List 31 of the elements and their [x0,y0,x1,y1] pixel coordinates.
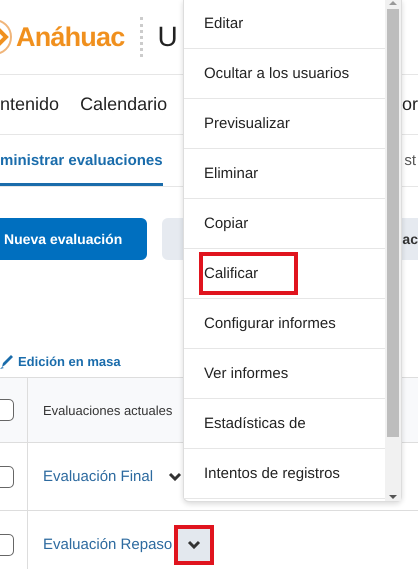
menu-item[interactable]: Configurar informes [184,299,385,349]
nav-link[interactable]: ntenido [0,94,60,115]
menu-item[interactable]: Intentos de registros [184,449,385,499]
scrollbar[interactable] [385,0,401,501]
menu-item[interactable]: Editar [184,0,385,49]
menu-item[interactable]: Ocultar a los usuarios [184,49,385,99]
row-checkbox[interactable] [0,466,14,488]
bulk-edit-link[interactable]: Edición en masa [18,354,121,368]
pencil-icon [0,353,13,369]
evaluation-link[interactable]: Evaluación Repaso [43,536,172,553]
select-all-checkbox[interactable] [0,399,14,421]
dropdown-button[interactable] [178,528,210,560]
row-checkbox[interactable] [0,534,14,556]
new-evaluation-button[interactable]: Nueva evaluación [0,218,147,260]
menu-item[interactable]: Previsualizar [184,99,385,149]
course-title: U [157,21,178,53]
emblem-icon [0,17,14,57]
chevron-down-icon [187,540,202,550]
menu-item[interactable]: Eliminar [184,149,385,199]
evaluation-link[interactable]: Evaluación Final [43,468,154,485]
menu-item[interactable]: Estadísticas de [184,399,385,449]
nav-link[interactable]: or [402,94,418,115]
nav-link[interactable]: Calendario [80,94,168,115]
tab[interactable]: ministrar evaluaciones [0,135,163,186]
menu-item[interactable]: Calificar [184,249,385,299]
column-header: Evaluaciones actuales [43,402,172,418]
menu-item[interactable]: Ver informes [184,349,385,399]
chevron-down-icon [168,472,182,482]
menu-item[interactable]: Copiar [184,199,385,249]
tab[interactable]: st [404,135,416,186]
scroll-down-icon[interactable] [388,493,398,501]
